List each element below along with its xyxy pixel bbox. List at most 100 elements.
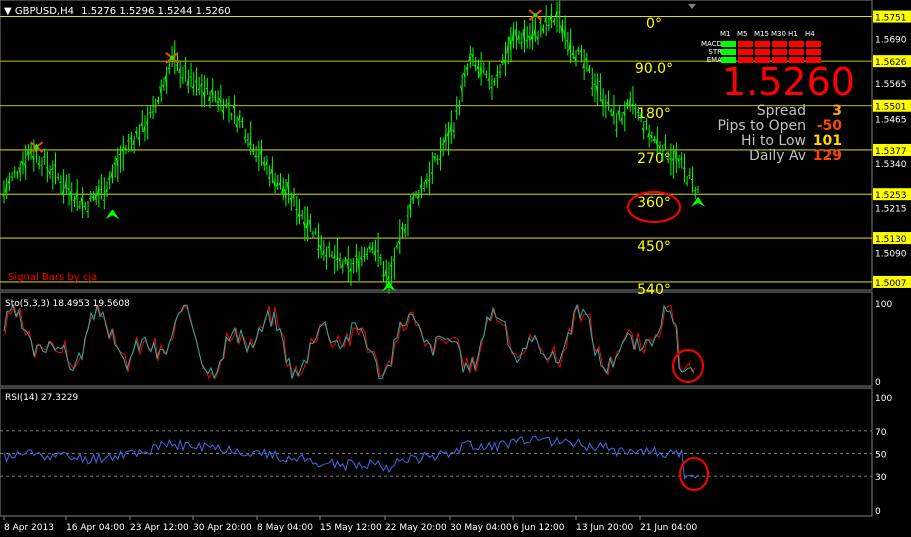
timeframe-label: M30 <box>771 30 786 38</box>
angle-label: 90.0° <box>635 61 673 77</box>
price-tick-label: 1.5465 <box>875 116 907 126</box>
time-axis-label: 8 Apr 2013 <box>4 523 54 533</box>
price-bar-tick <box>615 129 617 132</box>
trend-state-block <box>721 49 736 55</box>
stoch-highlight-circle <box>672 349 704 383</box>
price-bar-tick <box>457 105 460 108</box>
level-price-label: 1.5501 <box>875 103 907 113</box>
shift-marker-icon <box>688 4 696 9</box>
trend-state-block <box>772 49 787 55</box>
trend-state-block <box>806 49 821 55</box>
angle-label: 450° <box>637 239 671 255</box>
level-price-label: 1.5007 <box>875 279 907 289</box>
stat-value: 3 <box>832 103 842 119</box>
price-tick-label: 1.5340 <box>875 160 907 170</box>
time-axis-label: 16 Apr 04:00 <box>66 523 125 533</box>
timeframe-label: M5 <box>737 30 748 38</box>
price-bar-tick <box>636 111 639 114</box>
trend-state-block <box>755 41 770 47</box>
price-bar-tick <box>484 73 487 76</box>
level-price-label: 1.5626 <box>875 58 907 68</box>
price-tick-label: 1.5215 <box>875 205 907 215</box>
chart-window[interactable]: 1.5751 1.5626 1.5501 1.5377 1.5253 1.5130 1.50… <box>0 0 911 537</box>
trend-state-block <box>772 41 787 47</box>
current-price: 1.5260 <box>722 60 855 104</box>
timeframe-label: H1 <box>788 30 798 38</box>
angle-label: 270° <box>637 151 671 167</box>
timeframe-label: M15 <box>754 30 769 38</box>
angle-label: 180° <box>637 106 671 122</box>
timeframe-label: M1 <box>720 30 731 38</box>
price-bar-tick <box>482 70 485 72</box>
price-bar-tick <box>427 179 430 182</box>
trend-state-block <box>738 49 753 55</box>
rsi-tick-label: 70 <box>875 428 887 438</box>
trend-state-block <box>789 49 804 55</box>
dropdown-triangle-icon[interactable]: ▼ <box>4 6 12 17</box>
time-axis-label: 15 May 12:00 <box>320 523 382 533</box>
trend-state-block <box>755 49 770 55</box>
time-axis-label: 23 Apr 12:00 <box>130 523 189 533</box>
rsi-tick-label: 30 <box>875 473 887 483</box>
trend-state-block <box>806 41 821 47</box>
stat-row: Daily Av 129 <box>688 149 842 164</box>
rsi-title: RSI(14) 27.3229 <box>5 393 79 403</box>
price-bar-tick <box>381 274 384 277</box>
price-bar-tick <box>558 11 560 13</box>
trend-row-label: STR <box>708 48 722 56</box>
trend-row-label: MACD <box>701 40 722 48</box>
sell-signal-dot <box>533 13 538 18</box>
angle-label: 360° <box>637 195 671 211</box>
price-bar-tick <box>539 21 542 24</box>
sell-signal-dot <box>34 145 39 150</box>
trend-state-block <box>789 41 804 47</box>
ohlc-values: 1.5276 1.5296 1.5244 1.5260 <box>81 6 231 17</box>
price-tick-label: 1.5565 <box>875 80 907 90</box>
trend-info-panel: M1 M5 M15 M30 H1 H4 MACD STR EMA 1.5260 Spread 3… <box>688 30 868 190</box>
price-bar-tick <box>330 254 333 257</box>
stat-label: Hi to Low <box>741 133 806 149</box>
stoch-signal-line <box>4 303 696 380</box>
price-bar-tick <box>230 113 232 116</box>
time-axis-label: 21 Jun 04:00 <box>640 523 697 533</box>
signature-label: Signal Bars by cja <box>8 272 98 283</box>
symbol-label: GBPUSD,H4 <box>14 6 74 17</box>
symbol-header: ▼ GBPUSD,H4 1.5276 1.5296 1.5244 1.5260 <box>4 6 231 17</box>
buy-signal-icon <box>691 196 705 207</box>
stat-row: Pips to Open -50 <box>688 119 842 134</box>
time-axis-label: 30 Apr 20:00 <box>193 523 252 533</box>
sell-signal-dot <box>170 55 175 60</box>
stat-label: Daily Av <box>749 148 806 164</box>
price-bar-tick <box>682 167 685 169</box>
trend-state-block <box>738 41 753 47</box>
stat-value: 129 <box>812 148 842 164</box>
angle-label: 0° <box>646 16 662 32</box>
stoch-tick-label: 100 <box>875 300 892 310</box>
price-bar-tick <box>314 232 316 234</box>
price-tick-label: 1.5090 <box>875 249 907 259</box>
trend-state-block <box>721 41 736 47</box>
price-bar-tick <box>598 80 601 82</box>
time-axis-label: 8 May 04:00 <box>257 523 313 533</box>
price-tick-label: 1.5690 <box>875 35 907 45</box>
stat-value: 101 <box>812 133 842 149</box>
stat-label: Pips to Open <box>717 118 806 134</box>
rsi-panel-frame <box>0 387 873 517</box>
price-bar-tick <box>362 255 365 258</box>
price-bar-tick <box>154 105 157 107</box>
rsi-tick-label: 0 <box>875 507 881 517</box>
rsi-line <box>3 435 699 480</box>
price-bars <box>2 0 699 294</box>
stoch-tick-label: 0 <box>875 378 881 388</box>
price-bar-tick <box>490 86 493 89</box>
level-price-label: 1.5253 <box>875 191 907 201</box>
level-price-label: 1.5377 <box>875 147 907 157</box>
angle-label: 540° <box>637 282 671 298</box>
stoch-title: Sto(5,3,3) 18.4953 19.5608 <box>5 299 130 309</box>
buy-signal-icon <box>105 209 120 220</box>
time-axis-label: 30 May 04:00 <box>450 523 512 533</box>
level-price-label: 1.5751 <box>875 14 907 24</box>
level-price-label: 1.5130 <box>875 235 907 245</box>
stat-row: Spread 3 <box>688 104 842 119</box>
price-bar-tick <box>685 182 688 184</box>
